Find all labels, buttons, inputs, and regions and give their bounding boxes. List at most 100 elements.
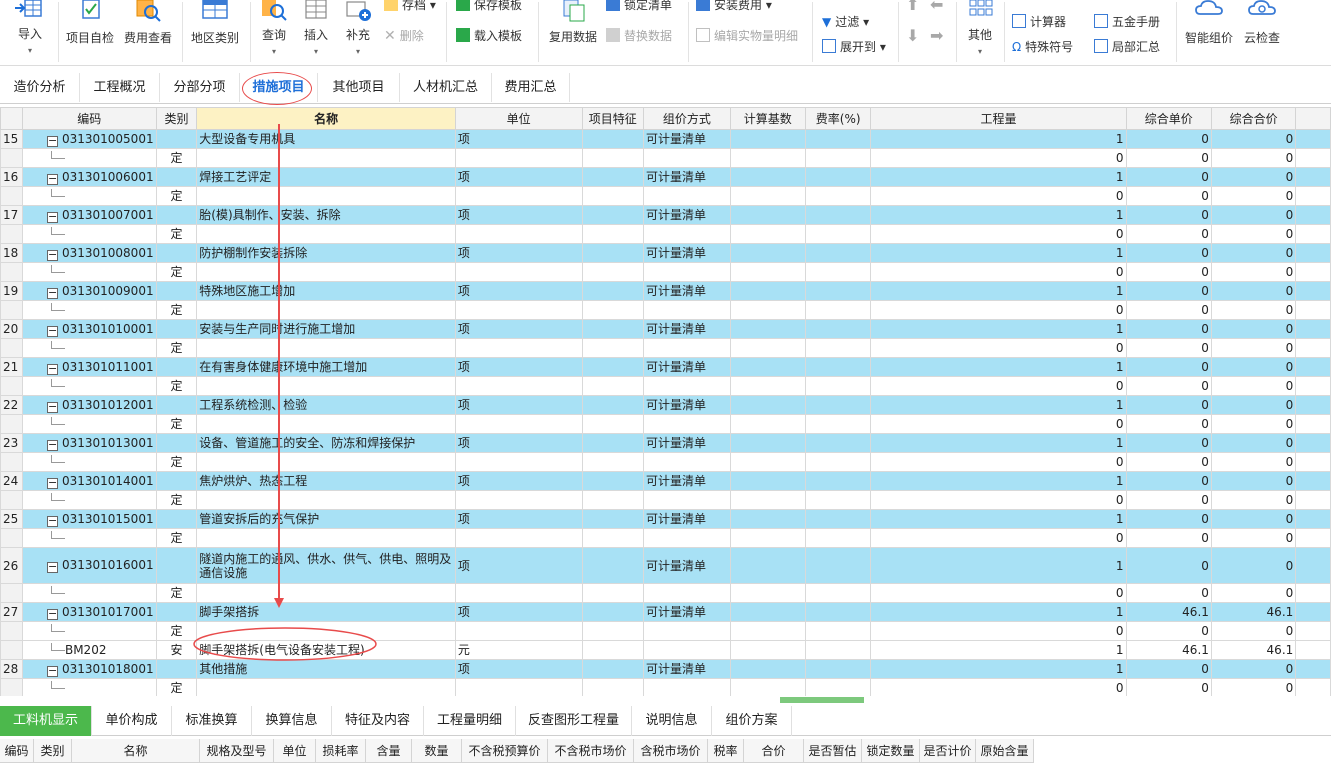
move-up-button[interactable]: ⬆	[906, 0, 919, 14]
unit-cell[interactable]	[454, 452, 583, 472]
calc-base-cell[interactable]	[729, 224, 806, 244]
category-cell[interactable]: 定	[155, 376, 198, 396]
code-cell[interactable]	[21, 338, 157, 358]
hardware-manual-button[interactable]: 五金手册	[1094, 13, 1160, 31]
quantity-cell[interactable]: 0	[870, 224, 1127, 244]
quota-sub-row[interactable]: 定000	[0, 262, 1331, 282]
list-item-row[interactable]: 22−031301012001 工程系统检测、检验项可计量清单 1 0 0	[0, 395, 1331, 415]
calc-base-cell[interactable]	[729, 186, 806, 206]
collapse-toggle-icon[interactable]: −	[46, 325, 58, 337]
calc-base-cell[interactable]	[729, 490, 806, 510]
pricing-method-cell[interactable]	[642, 414, 731, 434]
unit-price-cell[interactable]: 0	[1125, 357, 1212, 377]
total-price-cell[interactable]: 0	[1210, 659, 1297, 679]
category-cell[interactable]: 定	[155, 338, 198, 358]
rate-cell[interactable]	[804, 357, 872, 377]
collapse-toggle-icon[interactable]: −	[46, 515, 58, 527]
collapse-toggle-icon[interactable]: −	[46, 211, 58, 223]
unit-price-cell[interactable]: 0	[1125, 490, 1212, 510]
code-cell[interactable]: −031301017001	[21, 602, 157, 622]
code-cell[interactable]	[21, 414, 157, 434]
quantity-cell[interactable]: 0	[870, 583, 1127, 603]
list-item-row[interactable]: 27−031301017001 脚手架搭拆项可计量清单 1 46.1 46.1	[0, 602, 1331, 622]
features-cell[interactable]	[581, 243, 644, 263]
unit-price-cell[interactable]: 0	[1125, 376, 1212, 396]
name-cell[interactable]: 隧道内施工的通风、供水、供气、供电、照明及通信设施	[196, 547, 456, 584]
tab-standard-conversion[interactable]: 标准换算	[172, 706, 252, 736]
unit-cell[interactable]: 项	[454, 243, 583, 263]
list-item-row[interactable]: 20−031301010001 安装与生产同时进行施工增加项可计量清单 1 0 0	[0, 319, 1331, 339]
quantity-cell[interactable]: 1	[870, 395, 1127, 415]
bh-taxed-market[interactable]: 含税市场价	[634, 739, 708, 763]
calc-base-cell[interactable]	[729, 205, 806, 225]
features-cell[interactable]	[581, 452, 644, 472]
list-item-row[interactable]: 23−031301013001 设备、管道施工的安全、防冻和焊接保护项可计量清单 1…	[0, 433, 1331, 453]
quantity-cell[interactable]: 1	[870, 167, 1127, 187]
pricing-method-cell[interactable]	[642, 452, 731, 472]
quota-sub-row[interactable]: 定000	[0, 186, 1331, 206]
total-price-cell[interactable]: 0	[1210, 452, 1297, 472]
other-button[interactable]: 其他 ▾	[960, 0, 1000, 57]
total-price-cell[interactable]: 0	[1210, 395, 1297, 415]
features-cell[interactable]	[581, 205, 644, 225]
features-cell[interactable]	[581, 319, 644, 339]
list-item-row[interactable]: 25−031301015001 管道安拆后的充气保护项可计量清单 1 0 0	[0, 509, 1331, 529]
category-cell[interactable]	[155, 433, 198, 453]
total-price-cell[interactable]: 0	[1210, 528, 1297, 548]
bh-provisional[interactable]: 是否暂估	[804, 739, 862, 763]
features-cell[interactable]	[581, 490, 644, 510]
name-cell[interactable]: 其他措施	[196, 659, 456, 679]
collapse-toggle-icon[interactable]: −	[46, 439, 58, 451]
category-cell[interactable]: 安	[155, 640, 198, 660]
rate-cell[interactable]	[804, 659, 872, 679]
category-cell[interactable]	[155, 395, 198, 415]
tab-pricing-scheme[interactable]: 组价方案	[712, 706, 792, 736]
rate-cell[interactable]	[804, 490, 872, 510]
features-cell[interactable]	[581, 621, 644, 641]
tab-cost-analysis[interactable]: 造价分析	[0, 73, 80, 102]
import-button[interactable]: 导入 ▾	[8, 0, 52, 56]
category-cell[interactable]: 定	[155, 583, 198, 603]
unit-price-cell[interactable]: 0	[1125, 547, 1212, 584]
rate-cell[interactable]	[804, 186, 872, 206]
quantity-cell[interactable]: 0	[870, 490, 1127, 510]
unit-price-cell[interactable]: 0	[1125, 509, 1212, 529]
load-template-button[interactable]: 载入模板	[456, 27, 522, 45]
features-cell[interactable]	[581, 357, 644, 377]
quota-sub-row[interactable]: 定000	[0, 224, 1331, 244]
features-cell[interactable]	[581, 640, 644, 660]
features-cell[interactable]	[581, 376, 644, 396]
calc-base-cell[interactable]	[729, 129, 806, 149]
calc-base-cell[interactable]	[729, 547, 806, 584]
pricing-method-cell[interactable]: 可计量清单	[642, 471, 731, 491]
unit-cell[interactable]: 项	[454, 471, 583, 491]
quota-sub-row[interactable]: 定000	[0, 528, 1331, 548]
unit-cell[interactable]: 项	[454, 433, 583, 453]
tab-project-overview[interactable]: 工程概况	[80, 73, 160, 102]
unit-cell[interactable]: 项	[454, 602, 583, 622]
bh-unit[interactable]: 单位	[274, 739, 316, 763]
unit-price-cell[interactable]: 0	[1125, 224, 1212, 244]
pricing-method-cell[interactable]: 可计量清单	[642, 129, 731, 149]
quantity-cell[interactable]: 0	[870, 300, 1127, 320]
name-cell[interactable]: 大型设备专用机具	[196, 129, 456, 149]
collapse-toggle-icon[interactable]: −	[46, 363, 58, 375]
unit-price-cell[interactable]: 0	[1125, 148, 1212, 168]
lock-list-button[interactable]: 锁定清单	[606, 0, 672, 14]
category-cell[interactable]: 定	[155, 414, 198, 434]
header-features[interactable]: 项目特征	[581, 107, 644, 130]
pricing-method-cell[interactable]: 可计量清单	[642, 319, 731, 339]
features-cell[interactable]	[581, 528, 644, 548]
category-cell[interactable]	[155, 319, 198, 339]
calc-base-cell[interactable]	[729, 281, 806, 301]
pricing-method-cell[interactable]	[642, 148, 731, 168]
collapse-toggle-icon[interactable]: −	[46, 287, 58, 299]
rate-cell[interactable]	[804, 148, 872, 168]
unit-cell[interactable]	[454, 678, 583, 696]
list-item-row[interactable]: 21−031301011001 在有害身体健康环境中施工增加项可计量清单 1 0 0	[0, 357, 1331, 377]
total-price-cell[interactable]: 0	[1210, 243, 1297, 263]
quantity-cell[interactable]: 1	[870, 357, 1127, 377]
code-cell[interactable]	[21, 583, 157, 603]
calc-base-cell[interactable]	[729, 583, 806, 603]
bh-pretax-market[interactable]: 不含税市场价	[548, 739, 634, 763]
